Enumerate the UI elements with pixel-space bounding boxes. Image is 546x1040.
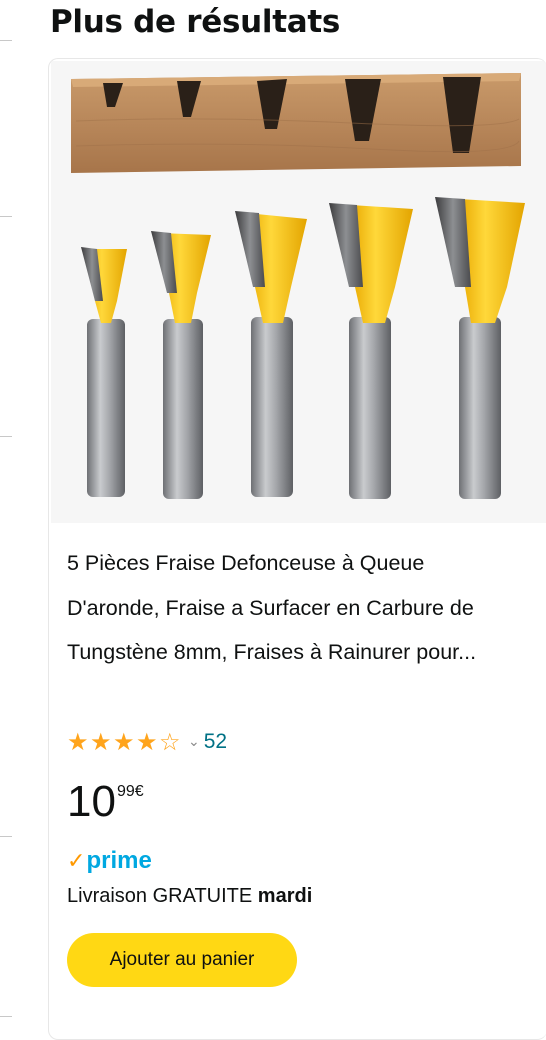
divider (0, 40, 12, 41)
delivery-prefix: Livraison GRATUITE (67, 885, 253, 907)
router-bit (151, 231, 211, 499)
section-title: Plus de résultats (50, 4, 341, 40)
left-edge-dividers (0, 0, 12, 1024)
product-card[interactable]: 5 Pièces Fraise Defonceuse à Queue D'aro… (48, 58, 546, 1040)
router-bit (81, 247, 127, 497)
star-full-icon: ★ (136, 728, 158, 756)
star-empty-icon: ☆ (159, 728, 181, 756)
prime-label: prime (86, 847, 152, 874)
product-image[interactable] (51, 61, 546, 523)
rating-row[interactable]: ★ ★ ★ ★ ☆ ⌄ 52 (67, 727, 227, 757)
divider (0, 836, 12, 837)
product-title[interactable]: 5 Pièces Fraise Defonceuse à Queue D'aro… (67, 541, 507, 675)
star-rating: ★ ★ ★ ★ ☆ (67, 730, 182, 754)
divider (0, 216, 12, 217)
star-full-icon: ★ (90, 728, 112, 756)
review-count-link[interactable]: 52 (204, 730, 227, 754)
price-fraction: 99 (116, 783, 135, 800)
price-whole: 10 (67, 777, 116, 826)
star-full-icon: ★ (113, 728, 135, 756)
router-bit (235, 211, 307, 497)
divider (0, 436, 12, 437)
chevron-down-icon[interactable]: ⌄ (188, 734, 200, 750)
star-full-icon: ★ (67, 728, 89, 756)
prime-badge: ✓ prime (67, 847, 152, 875)
price: 1099€ (67, 777, 144, 827)
add-to-cart-button[interactable]: Ajouter au panier (67, 933, 297, 987)
router-bit (435, 197, 525, 499)
price-currency: € (134, 783, 144, 800)
divider (0, 1016, 12, 1017)
check-icon: ✓ (67, 848, 86, 874)
delivery-day: mardi (257, 885, 313, 907)
router-bits-illustration (71, 73, 525, 499)
router-bit (329, 203, 413, 499)
delivery-info: Livraison GRATUITE mardi (67, 885, 312, 908)
wood-block (71, 73, 521, 173)
